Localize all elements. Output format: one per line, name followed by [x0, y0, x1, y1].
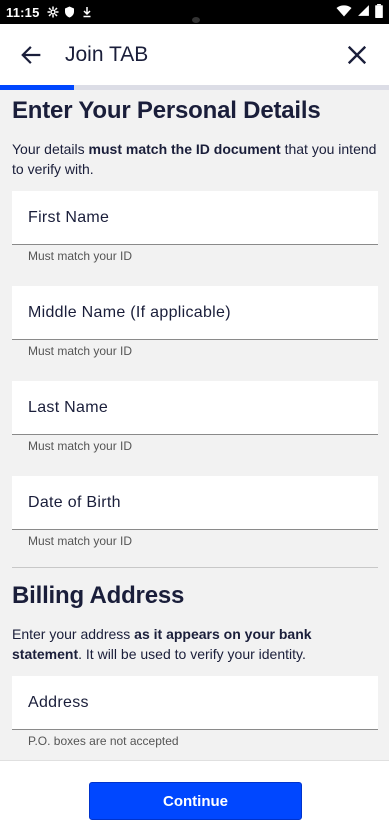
- date-of-birth-label: Date of Birth: [28, 493, 121, 511]
- arrow-left-icon: [21, 45, 41, 64]
- first-name-label: First Name: [28, 208, 110, 226]
- signal-icon: [357, 4, 370, 20]
- personal-details-heading: Enter Your Personal Details: [12, 97, 321, 124]
- address-hint: P.O. boxes are not accepted: [28, 734, 179, 748]
- close-icon: [347, 45, 367, 64]
- form-content[interactable]: Enter Your Personal Details Your details…: [0, 90, 389, 760]
- gear-icon: [46, 5, 60, 19]
- section-divider: [12, 567, 378, 568]
- billing-address-description: Enter your address as it appears on your…: [12, 624, 378, 664]
- app-bar: Join TAB: [0, 24, 389, 85]
- middle-name-hint: Must match your ID: [28, 344, 133, 358]
- last-name-label: Last Name: [28, 398, 109, 416]
- last-name-hint: Must match your ID: [28, 439, 133, 453]
- billing-desc-text-end: . It will be used to verify your identit…: [78, 646, 306, 662]
- bottom-bar: Continue: [0, 760, 389, 835]
- desc-text: Your details: [12, 141, 89, 157]
- last-name-field[interactable]: Last Name: [12, 381, 378, 435]
- first-name-field[interactable]: First Name: [12, 191, 378, 245]
- billing-desc-text: Enter your address: [12, 626, 135, 642]
- status-time: 11:15: [6, 4, 40, 20]
- middle-name-field[interactable]: Middle Name (If applicable): [12, 286, 378, 340]
- middle-name-label: Middle Name (If applicable): [28, 303, 231, 321]
- wifi-icon: [336, 4, 352, 20]
- page-title: Join TAB: [65, 42, 149, 66]
- date-of-birth-hint: Must match your ID: [28, 534, 133, 548]
- desc-bold-text: must match the ID document: [88, 141, 281, 157]
- continue-button[interactable]: Continue: [89, 782, 302, 820]
- personal-details-description: Your details must match the ID document …: [12, 139, 378, 179]
- date-of-birth-field[interactable]: Date of Birth: [12, 476, 378, 530]
- back-button[interactable]: [11, 35, 51, 75]
- billing-address-heading: Billing Address: [12, 582, 185, 609]
- address-field[interactable]: Address: [12, 676, 378, 730]
- status-right: [336, 3, 383, 21]
- screen: 11:15 Join TAB Enter Your Personal Detai…: [0, 0, 389, 835]
- close-button[interactable]: [337, 35, 377, 75]
- first-name-hint: Must match your ID: [28, 249, 133, 263]
- address-label: Address: [28, 693, 89, 711]
- battery-icon: [375, 3, 383, 21]
- download-icon: [80, 5, 94, 19]
- shield-icon: [63, 5, 77, 19]
